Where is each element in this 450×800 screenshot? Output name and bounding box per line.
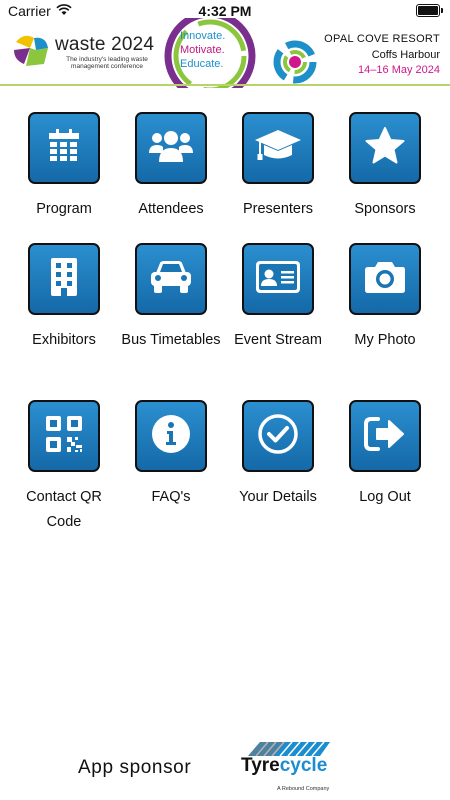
logout-icon	[364, 416, 406, 457]
menu-tile-exhibitors[interactable]: Exhibitors	[10, 243, 118, 353]
menu-tile-presenters[interactable]: Presenters	[224, 112, 332, 222]
attendees-button[interactable]	[135, 112, 207, 184]
program-button[interactable]	[28, 112, 100, 184]
people-icon	[148, 129, 194, 168]
tile-label: Exhibitors	[32, 332, 96, 348]
star-icon	[365, 126, 405, 170]
tile-label: Contact QR Code	[26, 489, 102, 530]
your-details-button[interactable]	[242, 400, 314, 472]
check-circle-icon	[257, 413, 299, 460]
tile-label: Event Stream	[234, 332, 322, 348]
sponsor-name: Tyrecycle	[241, 755, 327, 777]
waste-logo-icon	[10, 28, 54, 77]
menu-tile-program[interactable]: Program	[10, 112, 118, 222]
log-out-button[interactable]	[349, 400, 421, 472]
contact-qr-code-button[interactable]	[28, 400, 100, 472]
info-icon	[151, 414, 191, 459]
tile-label: Log Out	[359, 489, 411, 505]
battery-icon	[416, 4, 443, 17]
slogan-educate: Educate.	[180, 58, 224, 70]
event-stream-button[interactable]	[242, 243, 314, 315]
qr-code-icon	[45, 415, 83, 458]
graduation-cap-icon	[254, 128, 302, 169]
car-icon	[148, 259, 194, 300]
app-sponsor-label: App sponsor	[78, 757, 192, 778]
tile-label: Sponsors	[354, 201, 416, 217]
tile-label: Bus Timetables	[121, 332, 221, 348]
menu-tile-log-out[interactable]: Log Out	[331, 400, 439, 510]
clock: 4:32 PM	[198, 3, 252, 19]
slogan-innovate: Innovate.	[180, 30, 226, 42]
tile-label: Presenters	[242, 201, 314, 217]
sponsors-button[interactable]	[349, 112, 421, 184]
calendar-icon	[47, 128, 81, 169]
menu-tile-bus-timetables[interactable]: Bus Timetables	[117, 243, 225, 353]
venue-name: OPAL COVE RESORT	[324, 33, 440, 45]
bus-timetables-button[interactable]	[135, 243, 207, 315]
tile-label: My Photo	[354, 332, 416, 348]
id-card-icon	[255, 260, 301, 299]
menu-tile-event-stream[interactable]: Event Stream	[224, 243, 332, 353]
menu-tile-faqs[interactable]: FAQ's	[117, 400, 225, 510]
sponsor-name-part: Tyre	[241, 755, 280, 776]
brand-tagline: The industry's leading waste management …	[66, 56, 148, 70]
banner-divider	[0, 84, 450, 86]
menu-tile-my-photo[interactable]: My Photo	[331, 243, 439, 353]
tile-label: Your Details	[239, 489, 317, 505]
exhibitors-button[interactable]	[28, 243, 100, 315]
venue-city: Coffs Harbour	[371, 49, 440, 61]
my-photo-button[interactable]	[349, 243, 421, 315]
presenters-button[interactable]	[242, 112, 314, 184]
brand-title: waste 2024	[55, 34, 155, 55]
tile-label: Program	[36, 201, 92, 217]
menu-tile-attendees[interactable]: Attendees	[117, 112, 225, 222]
sponsor-subtitle: A Rebound Company	[277, 786, 330, 792]
sponsor-name-accent: cycle	[279, 755, 328, 776]
event-dates: 14–16 May 2024	[358, 64, 440, 76]
conference-banner: waste 2024 The industry's leading waste …	[0, 10, 450, 102]
menu-tile-your-details[interactable]: Your Details	[224, 400, 332, 510]
tile-label: Attendees	[138, 201, 204, 217]
camera-icon	[364, 260, 406, 299]
slogan-motivate: Motivate.	[180, 44, 225, 56]
building-icon	[50, 257, 78, 302]
tile-label: FAQ's	[151, 489, 191, 505]
menu-tile-contact-qr-code[interactable]: Contact QR Code	[10, 400, 118, 535]
faqs-button[interactable]	[135, 400, 207, 472]
menu-tile-sponsors[interactable]: Sponsors	[331, 112, 439, 222]
